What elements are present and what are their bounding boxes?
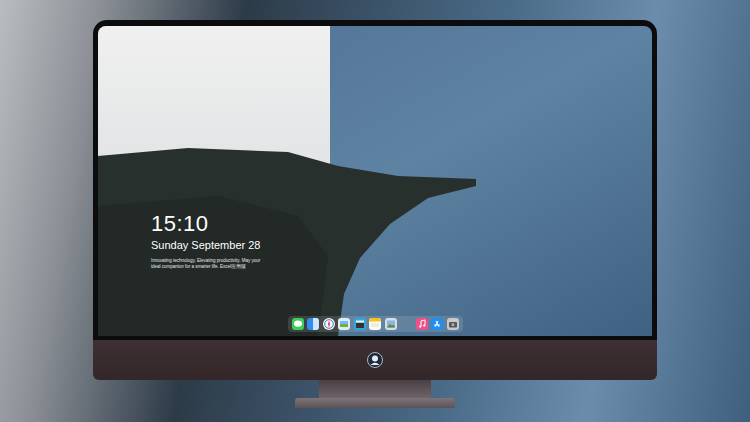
brand-logo-icon [367, 352, 383, 368]
monitor-bezel: 15:10 Sunday September 28 Innovating tec… [93, 20, 657, 340]
tagline: Innovating technology, Elevating product… [151, 258, 263, 270]
notes-icon[interactable] [369, 318, 381, 330]
desktop: 15:10 Sunday September 28 Innovating tec… [98, 26, 652, 336]
clock-date: Sunday September 28 [151, 239, 652, 252]
appstore-icon[interactable] [431, 318, 443, 330]
monitor: 15:10 Sunday September 28 Innovating tec… [93, 20, 657, 422]
finder-icon[interactable] [307, 318, 319, 330]
messages-icon[interactable] [292, 318, 304, 330]
screen: 15:10 Sunday September 28 Innovating tec… [98, 26, 652, 336]
page-background: 15:10 Sunday September 28 Innovating tec… [0, 0, 750, 422]
monitor-chin [93, 340, 657, 380]
music-icon[interactable] [416, 318, 428, 330]
dock-separator [400, 318, 412, 330]
wallpaper-photo [98, 26, 652, 336]
monitor-stand-base [295, 398, 455, 408]
lock-info: 15:10 Sunday September 28 Innovating tec… [98, 212, 652, 270]
gallery-icon[interactable] [338, 318, 350, 330]
camera-icon[interactable] [447, 318, 459, 330]
clapper-icon[interactable] [354, 318, 366, 330]
monitor-stand [319, 380, 431, 398]
photos-icon[interactable] [385, 318, 397, 330]
safari-icon[interactable] [323, 318, 335, 330]
dock [288, 316, 463, 332]
clock-time: 15:10 [151, 212, 652, 236]
